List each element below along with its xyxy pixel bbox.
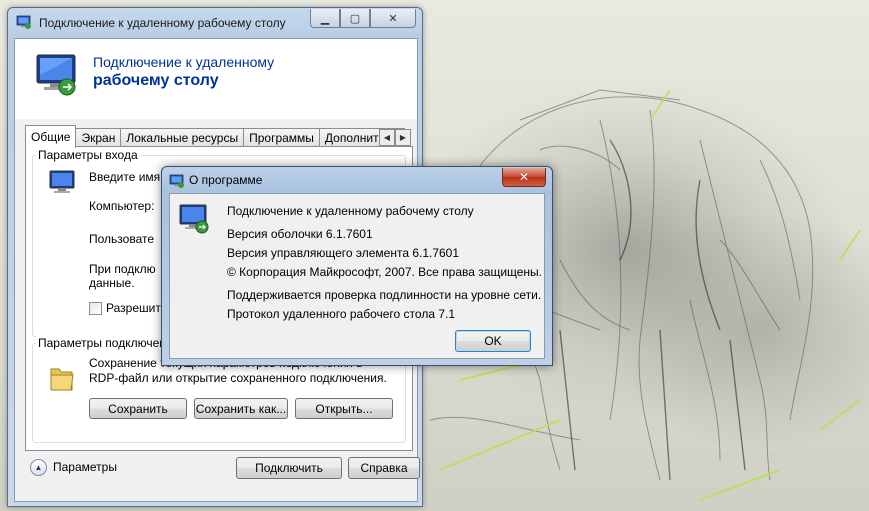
close-button[interactable]: ✕ — [370, 9, 416, 28]
about-copyright: © Корпорация Майкрософт, 2007. Все права… — [227, 265, 543, 279]
folder-icon — [50, 368, 74, 391]
allow-save-credentials-checkbox[interactable] — [89, 302, 102, 315]
connection-group-label: Параметры подключени — [36, 336, 175, 350]
about-app-icon — [169, 174, 184, 188]
about-client-area: Подключение к удаленному рабочему столу … — [169, 193, 545, 359]
logon-prompt-text: Введите имя у — [89, 170, 170, 184]
tab-scroll-buttons: ◀ ▶ — [379, 129, 411, 146]
options-label[interactable]: Параметры — [53, 460, 117, 474]
options-expand-button[interactable]: ▲ — [30, 459, 47, 476]
minimize-button[interactable]: ▁ — [310, 9, 340, 28]
about-nla-support: Поддерживается проверка подлинности на у… — [227, 288, 542, 302]
ok-button[interactable]: OK — [455, 330, 531, 352]
about-dialog: О программе ✕ Подключение к удаленному р… — [161, 166, 553, 366]
main-window-title: Подключение к удаленному рабочему столу — [39, 16, 286, 30]
about-product-name: Подключение к удаленному рабочему столу — [227, 204, 474, 218]
minimize-icon: ▁ — [320, 12, 330, 25]
tab-strip: Общие Экран Локальные ресурсы Программы … — [25, 125, 405, 148]
save-description-line2: RDP-файл или открытие сохраненного подкл… — [89, 371, 387, 385]
allow-checkbox-label: Разрешит — [106, 301, 161, 315]
banner-title-line1: Подключение к удаленному — [93, 54, 275, 70]
tab-scroll-right-button[interactable]: ▶ — [395, 129, 411, 146]
chevron-up-icon: ▲ — [34, 463, 43, 472]
rdp-app-icon — [16, 15, 31, 29]
about-title-bar[interactable]: О программе ✕ — [162, 167, 552, 193]
about-dialog-title: О программе — [189, 173, 263, 187]
tab-programs[interactable]: Программы — [243, 128, 320, 148]
info-text-line2: данные. — [89, 276, 135, 290]
computer-label: Компьютер: — [89, 199, 155, 213]
save-button[interactable]: Сохранить — [89, 398, 187, 419]
maximize-icon: ▢ — [349, 12, 361, 25]
rdp-monitor-icon — [36, 54, 76, 96]
tab-display[interactable]: Экран — [75, 128, 122, 148]
logon-group-label: Параметры входа — [36, 148, 140, 162]
arrow-right-icon: ▶ — [399, 133, 407, 142]
about-close-button[interactable]: ✕ — [502, 168, 546, 187]
open-button[interactable]: Открыть... — [295, 398, 393, 419]
connect-button[interactable]: Подключить — [236, 457, 342, 479]
tab-scroll-left-button[interactable]: ◀ — [379, 129, 395, 146]
rdp-monitor-icon-small — [179, 204, 209, 234]
close-icon: ✕ — [518, 170, 530, 184]
save-as-button[interactable]: Сохранить как... — [194, 398, 288, 419]
info-text-line1: При подклю — [89, 262, 156, 276]
about-protocol-version: Протокол удаленного рабочего стола 7.1 — [227, 307, 456, 321]
about-shell-version: Версия оболочки 6.1.7601 — [227, 227, 373, 241]
tab-general[interactable]: Общие — [25, 125, 77, 148]
help-button[interactable]: Справка — [348, 457, 420, 479]
maximize-button[interactable]: ▢ — [340, 9, 370, 28]
user-label: Пользовате — [89, 232, 155, 246]
tab-local-resources[interactable]: Локальные ресурсы — [120, 128, 245, 148]
banner-title-line2: рабочему столу — [93, 72, 219, 89]
close-icon: ✕ — [388, 12, 398, 25]
about-control-version: Версия управляющего элемента 6.1.7601 — [227, 246, 460, 260]
arrow-left-icon: ◀ — [383, 133, 391, 142]
computer-icon — [49, 170, 75, 193]
banner: Подключение к удаленному рабочему столу — [15, 39, 417, 119]
main-title-bar[interactable]: Подключение к удаленному рабочему столу … — [8, 8, 422, 38]
